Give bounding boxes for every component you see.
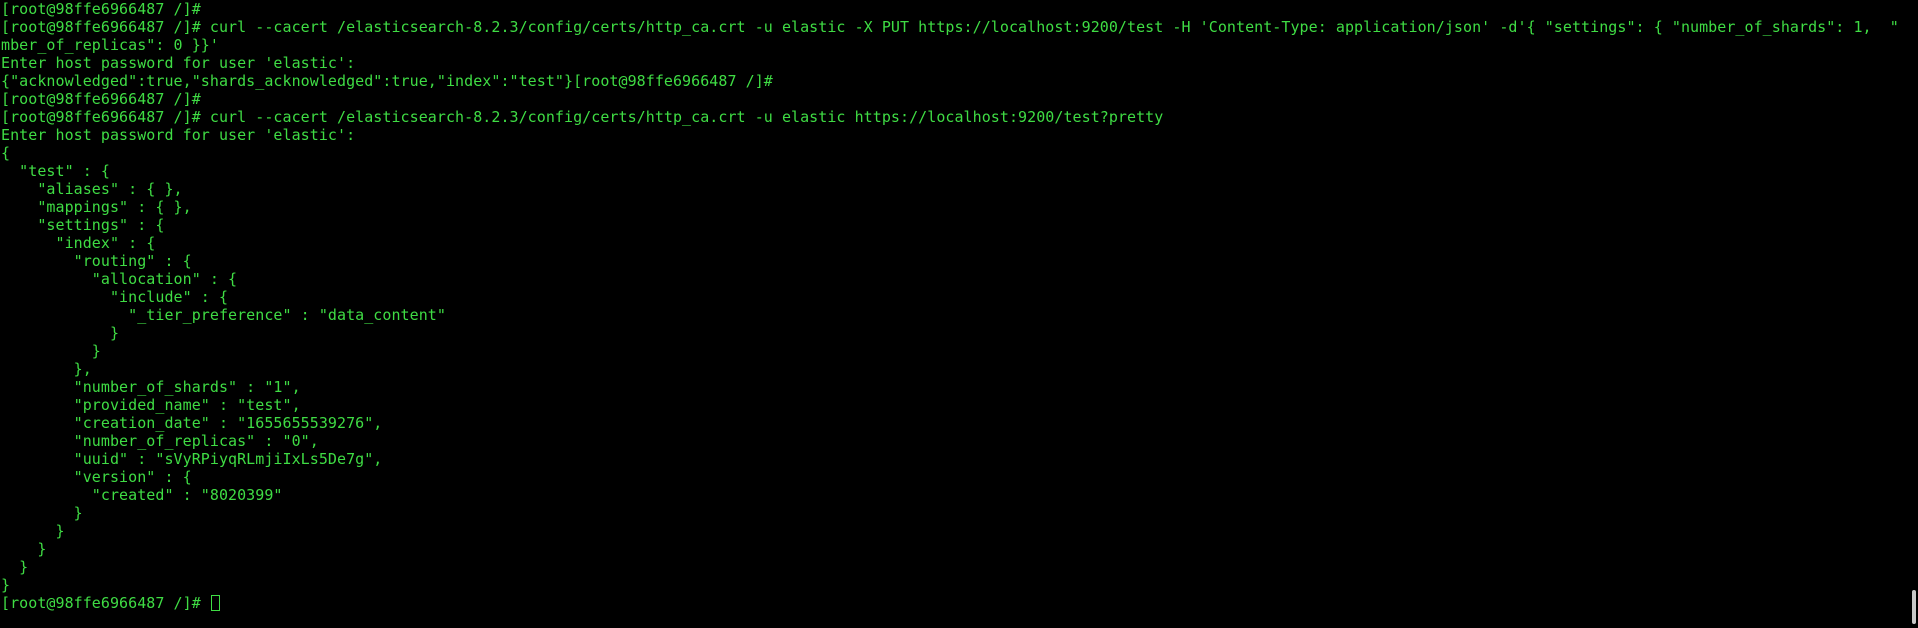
terminal-line: "number_of_replicas" : "0", xyxy=(1,432,319,450)
vertical-scrollbar[interactable] xyxy=(1908,0,1918,628)
terminal-line: "routing" : { xyxy=(1,252,192,270)
terminal-output: [root@98ffe6966487 /]# [root@98ffe6966487… xyxy=(1,0,1900,594)
terminal-line: } xyxy=(1,522,65,540)
terminal-line: "version" : { xyxy=(1,468,192,486)
terminal-line: "aliases" : { }, xyxy=(1,180,183,198)
terminal-line: }, xyxy=(1,360,92,378)
terminal-line: } xyxy=(1,342,101,360)
terminal-prompt-line[interactable]: [root@98ffe6966487 /]# xyxy=(1,594,1900,612)
terminal-line: [root@98ffe6966487 /]# xyxy=(1,90,201,108)
terminal-window[interactable]: [root@98ffe6966487 /]# [root@98ffe6966487… xyxy=(0,0,1900,628)
terminal-line: } xyxy=(1,504,83,522)
terminal-line: Enter host password for user 'elastic': xyxy=(1,54,356,72)
terminal-line: } xyxy=(1,324,120,342)
terminal-line: "include" : { xyxy=(1,288,229,306)
terminal-line: "test" : { xyxy=(1,162,110,180)
terminal-line: } xyxy=(1,540,47,558)
terminal-line: "_tier_preference" : "data_content" xyxy=(1,306,446,324)
terminal-line: {"acknowledged":true,"shards_acknowledge… xyxy=(1,72,773,90)
terminal-line: } xyxy=(1,558,29,576)
terminal-line: "mappings" : { }, xyxy=(1,198,192,216)
terminal-line: "number_of_shards" : "1", xyxy=(1,378,301,396)
text-cursor xyxy=(210,595,220,611)
shell-prompt: [root@98ffe6966487 /]# xyxy=(1,594,210,612)
terminal-line: Enter host password for user 'elastic': xyxy=(1,126,356,144)
terminal-line: "provided_name" : "test", xyxy=(1,396,301,414)
terminal-line: [root@98ffe6966487 /]# curl --cacert /el… xyxy=(1,18,1900,36)
terminal-line: { xyxy=(1,144,11,162)
terminal-line: "creation_date" : "1655655539276", xyxy=(1,414,383,432)
terminal-line: "settings" : { xyxy=(1,216,165,234)
terminal-line: } xyxy=(1,576,11,594)
terminal-line: [root@98ffe6966487 /]# curl --cacert /el… xyxy=(1,108,1164,126)
terminal-line: "uuid" : "sVyRPiyqRLmjiIxLs5De7g", xyxy=(1,450,383,468)
scrollbar-thumb[interactable] xyxy=(1912,590,1916,624)
terminal-line: mber_of_replicas": 0 }}' xyxy=(1,36,219,54)
terminal-line: "index" : { xyxy=(1,234,156,252)
terminal-line: [root@98ffe6966487 /]# xyxy=(1,0,201,18)
terminal-line: "created" : "8020399" xyxy=(1,486,283,504)
terminal-line: "allocation" : { xyxy=(1,270,238,288)
